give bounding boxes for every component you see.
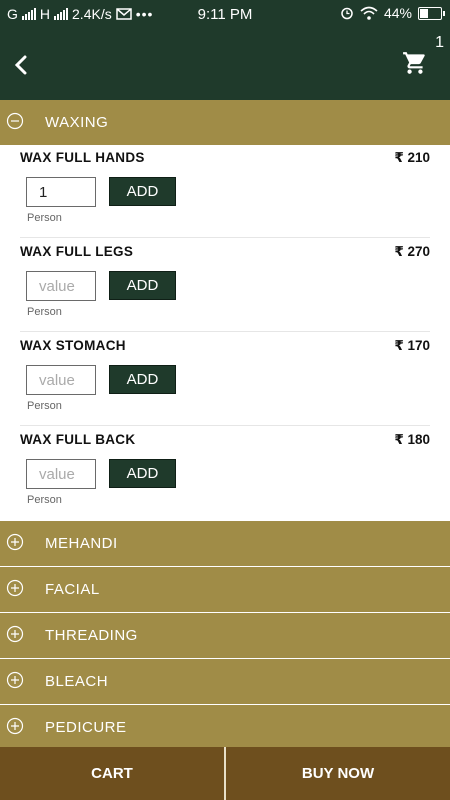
- battery-percent: 44%: [383, 5, 412, 21]
- service-item: WAX FULL LEGS ₹ 270 ADD Person: [20, 239, 430, 332]
- unit-label: Person: [27, 400, 62, 412]
- expand-icon: [6, 533, 24, 551]
- add-button[interactable]: ADD: [109, 365, 176, 394]
- status-bar: G H 2.4K/s ••• 9:11 PM 44%: [0, 0, 450, 30]
- add-button[interactable]: ADD: [109, 459, 176, 488]
- category-header-waxing[interactable]: WAXING: [0, 100, 450, 145]
- back-button[interactable]: [6, 50, 36, 80]
- buy-now-button[interactable]: BUY NOW: [226, 747, 450, 800]
- unit-label: Person: [27, 494, 62, 506]
- battery-icon: [418, 6, 445, 20]
- wifi-icon: [360, 6, 378, 20]
- service-price: ₹ 180: [394, 432, 430, 447]
- category-label: THREADING: [45, 627, 138, 644]
- unit-label: Person: [27, 306, 62, 318]
- service-name: WAX FULL HANDS: [20, 150, 145, 165]
- category-label: WAXING: [45, 114, 109, 131]
- add-button[interactable]: ADD: [109, 177, 176, 206]
- expand-icon: [6, 717, 24, 735]
- shopping-cart-icon: [403, 52, 425, 74]
- expand-icon: [6, 579, 24, 597]
- service-name: WAX STOMACH: [20, 338, 126, 353]
- quantity-input[interactable]: [26, 271, 96, 301]
- service-item: WAX STOMACH ₹ 170 ADD Person: [20, 333, 430, 426]
- back-arrow-icon: [14, 55, 27, 75]
- expand-icon: [6, 625, 24, 643]
- quantity-input[interactable]: [26, 459, 96, 489]
- cart-action-button[interactable]: CART: [0, 747, 224, 800]
- alarm-icon: [341, 7, 353, 20]
- category-label: MEHANDI: [45, 535, 118, 552]
- app-bar: 1: [0, 30, 450, 100]
- category-label: BLEACH: [45, 673, 109, 690]
- add-button[interactable]: ADD: [109, 271, 176, 300]
- category-header-pedicure[interactable]: PEDICURE: [0, 705, 450, 747]
- service-price: ₹ 170: [394, 338, 430, 353]
- service-name: WAX FULL LEGS: [20, 244, 134, 259]
- cart-button[interactable]: [402, 44, 436, 78]
- service-name: WAX FULL BACK: [20, 432, 136, 447]
- category-label: PEDICURE: [45, 719, 127, 736]
- quantity-input[interactable]: [26, 365, 96, 395]
- service-price: ₹ 210: [394, 150, 430, 165]
- category-label: FACIAL: [45, 581, 100, 598]
- cart-count-badge: 1: [435, 34, 444, 51]
- quantity-input[interactable]: [26, 177, 96, 207]
- category-header-facial[interactable]: FACIAL: [0, 567, 450, 612]
- service-price: ₹ 270: [394, 244, 430, 259]
- unit-label: Person: [27, 212, 62, 224]
- category-header-mehandi[interactable]: MEHANDI: [0, 521, 450, 566]
- status-right: 44%: [340, 5, 445, 21]
- bottom-action-bar: CART BUY NOW: [0, 747, 450, 800]
- service-item: WAX FULL BACK ₹ 180 ADD Person: [20, 427, 430, 520]
- category-header-bleach[interactable]: BLEACH: [0, 659, 450, 704]
- expand-icon: [6, 671, 24, 689]
- service-item: WAX FULL HANDS ₹ 210 ADD Person: [20, 145, 430, 238]
- category-header-threading[interactable]: THREADING: [0, 613, 450, 658]
- collapse-icon: [6, 112, 24, 130]
